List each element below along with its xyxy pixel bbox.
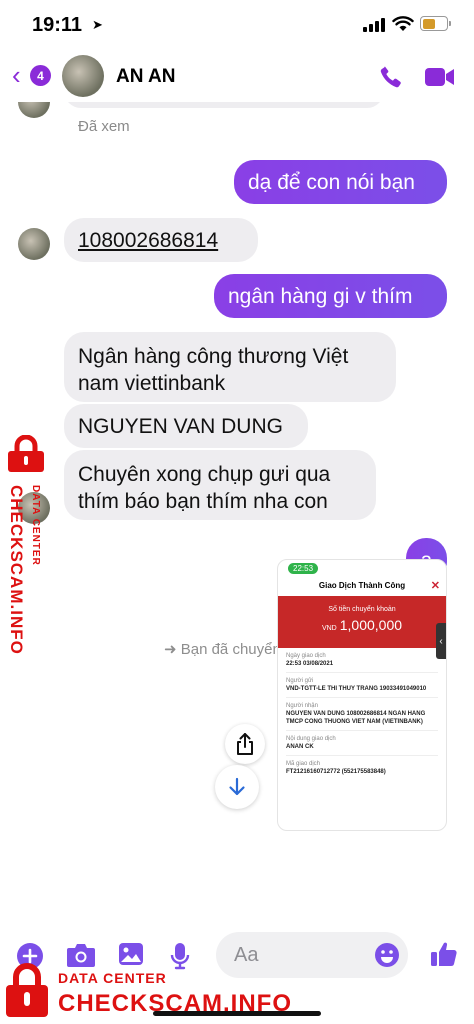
image-status-bar: 22:53 [278, 560, 446, 576]
detail-label: Nội dung giao dịch [286, 736, 336, 742]
detail-row: Mã giao dịch FT21216160712772 (552175583… [286, 756, 438, 780]
image-clock: 22:53 [288, 563, 319, 574]
unread-count-badge[interactable]: 4 [30, 65, 51, 86]
detail-row: Nội dung giao dịch ANAN CK [286, 731, 438, 756]
message-bubble-incoming[interactable]: NGUYEN VAN DUNG [64, 404, 308, 448]
amount-label: Số tiền chuyển khoản [328, 606, 396, 613]
status-bar: 19:11 ➤ [0, 0, 474, 52]
message-bubble-incoming[interactable]: Ngân hàng công thương Việt nam viettinba… [64, 332, 396, 402]
detail-label: Ngày giao dịch [286, 653, 326, 659]
back-chevron-icon[interactable]: ‹ [12, 62, 21, 88]
watermark-brand: DATA CENTER [58, 970, 167, 986]
lock-icon [6, 963, 48, 1017]
watermark-brand: DATA CENTER [30, 485, 41, 566]
emoji-icon[interactable] [374, 942, 400, 968]
detail-value: 22:53 03/08/2021 [286, 661, 334, 667]
cellular-signal-icon [363, 18, 385, 32]
conversation-header: ‹ 4 AN AN [0, 52, 474, 102]
detail-value: NGUYEN VAN DUNG 108002686814 NGAN HANG T… [286, 711, 426, 725]
message-bubble-outgoing[interactable]: dạ để con nói bạn [234, 160, 447, 204]
message-bubble-partial [64, 102, 384, 108]
detail-label: Người gửi [286, 678, 314, 684]
detail-label: Mã giao dịch [286, 761, 321, 767]
watermark-site: CHECKSCAM.INFO [7, 485, 26, 655]
image-title: Giao Dịch Thành Công ✕ [278, 576, 446, 596]
message-bubble-incoming[interactable]: 108002686814 [64, 218, 258, 262]
amount-value: VND 1,000,000 [278, 617, 446, 633]
contact-mini-avatar [18, 102, 50, 118]
scroll-to-bottom-button[interactable] [215, 765, 259, 809]
phone-call-icon[interactable] [378, 64, 404, 90]
contact-mini-avatar [18, 228, 50, 260]
seen-indicator: Đã xem [78, 118, 130, 135]
forwarded-image[interactable]: 22:53 Giao Dịch Thành Công ✕ Số tiền chu… [277, 559, 447, 831]
watermark-bottom: DATA CENTER CHECKSCAM.INFO [0, 962, 300, 1024]
thumbs-up-icon[interactable] [430, 940, 458, 968]
detail-value: ANAN CK [286, 744, 314, 750]
arrow-down-icon [229, 777, 245, 796]
wifi-icon [392, 16, 414, 31]
message-bubble-outgoing[interactable]: ngân hàng gi v thím [214, 274, 447, 318]
currency: VND [321, 625, 337, 632]
detail-row: Ngày giao dịch 22:53 03/08/2021 [286, 648, 438, 673]
contact-avatar[interactable] [62, 55, 104, 97]
video-call-icon[interactable] [425, 67, 455, 87]
amount: 1,000,000 [339, 617, 403, 633]
detail-label: Người nhận [286, 703, 318, 709]
amount-banner: Số tiền chuyển khoản VND 1,000,000 [278, 596, 446, 648]
detail-row: Người nhận NGUYEN VAN DUNG 108002686814 … [286, 698, 438, 731]
lock-icon [8, 435, 44, 472]
location-icon: ➤ [92, 17, 103, 32]
detail-row: Người gửi VND-TGTT-LE THI THUY TRANG 190… [286, 673, 438, 698]
contact-name[interactable]: AN AN [116, 66, 175, 88]
watermark-site: CHECKSCAM.INFO [58, 990, 292, 1017]
status-time: 19:11 [32, 14, 83, 36]
chevron-left-icon: ‹ [436, 623, 446, 659]
detail-value: VND-TGTT-LE THI THUY TRANG 1903349104901… [286, 686, 427, 692]
close-icon: ✕ [430, 580, 440, 592]
message-bubble-incoming[interactable]: Chuyên xong chụp gưi qua thím báo bạn th… [64, 450, 376, 520]
detail-value: FT21216160712772 (552175583848) [286, 769, 386, 775]
watermark-side: CHECKSCAM.INFO DATA CENTER [2, 435, 46, 665]
share-button[interactable] [225, 724, 265, 764]
image-title-text: Giao Dịch Thành Công [318, 581, 406, 590]
battery-icon [420, 16, 451, 31]
share-icon [237, 733, 253, 755]
